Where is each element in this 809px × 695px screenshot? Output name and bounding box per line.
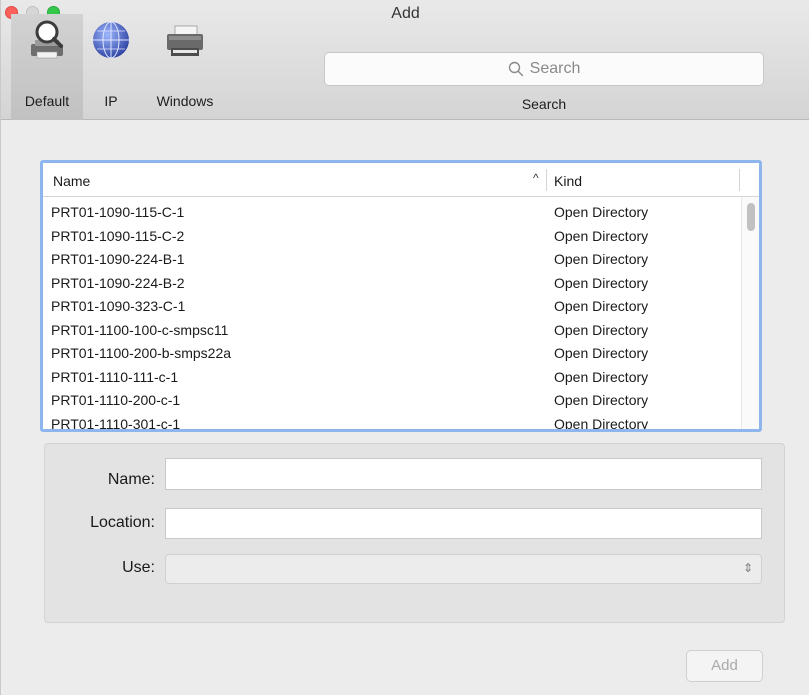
printer-name: PRT01-1090-224-B-1 bbox=[51, 251, 185, 267]
printer-kind: Open Directory bbox=[554, 251, 649, 267]
table-row[interactable]: PRT01-1090-115-C-2 Open Directory bbox=[43, 225, 759, 249]
column-divider[interactable] bbox=[546, 169, 547, 191]
table-row[interactable]: PRT01-1110-301-c-1 Open Directory bbox=[43, 413, 759, 432]
add-printer-window: Add Default IP Windows Search Search Nam… bbox=[0, 0, 809, 695]
add-button[interactable]: Add bbox=[686, 650, 763, 682]
printer-name: PRT01-1100-200-b-smps22a bbox=[51, 345, 232, 361]
table-row[interactable]: PRT01-1090-115-C-1 Open Directory bbox=[43, 201, 759, 225]
name-label: Name: bbox=[107, 471, 155, 488]
printer-kind: Open Directory bbox=[554, 415, 649, 432]
table-row[interactable]: PRT01-1090-224-B-1 Open Directory bbox=[43, 248, 759, 272]
column-divider[interactable] bbox=[739, 169, 740, 191]
printer-name: PRT01-1090-115-C-2 bbox=[51, 227, 185, 244]
printer-name: PRT01-1100-100-c-smpsc11 bbox=[51, 321, 229, 338]
search-input[interactable]: Search bbox=[324, 52, 764, 86]
table-row[interactable]: PRT01-1100-200-b-smps22a Open Directory bbox=[43, 342, 759, 366]
printer-name: PRT01-1110-200-c-1 bbox=[51, 392, 181, 408]
list-rows: PRT01-1090-115-C-1 Open Directory PRT01-1… bbox=[43, 201, 759, 432]
search-icon bbox=[508, 61, 523, 77]
default-printer-magnifier-icon bbox=[31, 20, 63, 59]
printer-name: PRT01-1110-111-c-1 bbox=[51, 368, 179, 385]
table-row[interactable]: PRT01-1110-200-c-1 Open Directory bbox=[43, 389, 759, 413]
printer-kind: Open Directory bbox=[554, 321, 649, 338]
printer-name: PRT01-1090-115-C-1 bbox=[51, 204, 185, 220]
printer-kind: Open Directory bbox=[554, 204, 649, 220]
location-field[interactable] bbox=[165, 508, 762, 539]
column-header-name[interactable]: Name bbox=[53, 173, 90, 189]
printer-kind: Open Directory bbox=[554, 227, 649, 244]
location-label: Location: bbox=[90, 514, 155, 531]
toolbar-ip-button[interactable]: IP bbox=[89, 14, 133, 120]
table-row[interactable]: PRT01-1110-111-c-1 Open Directory bbox=[43, 366, 759, 390]
toolbar-default-label: Default bbox=[24, 93, 70, 109]
scrollbar-thumb[interactable] bbox=[747, 203, 755, 231]
printer-kind: Open Directory bbox=[554, 274, 649, 291]
chevron-up-down-icon: ⇕ bbox=[742, 561, 753, 575]
column-header-kind[interactable]: Kind bbox=[554, 173, 582, 189]
table-row[interactable]: PRT01-1100-100-c-smpsc11 Open Directory bbox=[43, 319, 759, 343]
toolbar: Add Default IP Windows Search Search bbox=[1, 0, 809, 120]
toolbar-windows-label: Windows bbox=[156, 93, 214, 109]
printer-name: PRT01-1090-323-C-1 bbox=[51, 298, 186, 314]
printer-kind: Open Directory bbox=[554, 368, 649, 385]
printer-name: PRT01-1110-301-c-1 bbox=[51, 415, 181, 432]
list-scrollbar[interactable] bbox=[741, 197, 759, 429]
name-field[interactable] bbox=[165, 458, 762, 490]
sort-ascending-icon: ^ bbox=[533, 171, 539, 185]
list-header: Name ^ Kind bbox=[43, 163, 759, 197]
toolbar-ip-label: IP bbox=[104, 93, 118, 109]
search-caption: Search bbox=[521, 96, 567, 112]
printer-name: PRT01-1090-224-B-2 bbox=[51, 274, 185, 291]
printer-kind: Open Directory bbox=[554, 345, 649, 361]
use-select[interactable]: ⇕ bbox=[165, 554, 762, 584]
search-placeholder: Search bbox=[529, 60, 581, 77]
printer-list[interactable]: Name ^ Kind PRT01-1090-115-C-1 Open Direc… bbox=[40, 160, 762, 432]
printer-kind: Open Directory bbox=[554, 392, 649, 408]
windows-printer-icon bbox=[167, 25, 203, 56]
printer-details-panel: Name: Location: Use: ⇕ bbox=[44, 443, 785, 623]
table-row[interactable]: PRT01-1090-224-B-2 Open Directory bbox=[43, 272, 759, 296]
table-row[interactable]: PRT01-1090-323-C-1 Open Directory bbox=[43, 295, 759, 319]
use-label: Use: bbox=[122, 559, 155, 576]
printer-kind: Open Directory bbox=[554, 298, 649, 314]
globe-network-icon bbox=[93, 21, 129, 59]
toolbar-windows-button[interactable]: Windows bbox=[147, 14, 223, 120]
toolbar-default-button[interactable]: Default bbox=[11, 14, 83, 120]
